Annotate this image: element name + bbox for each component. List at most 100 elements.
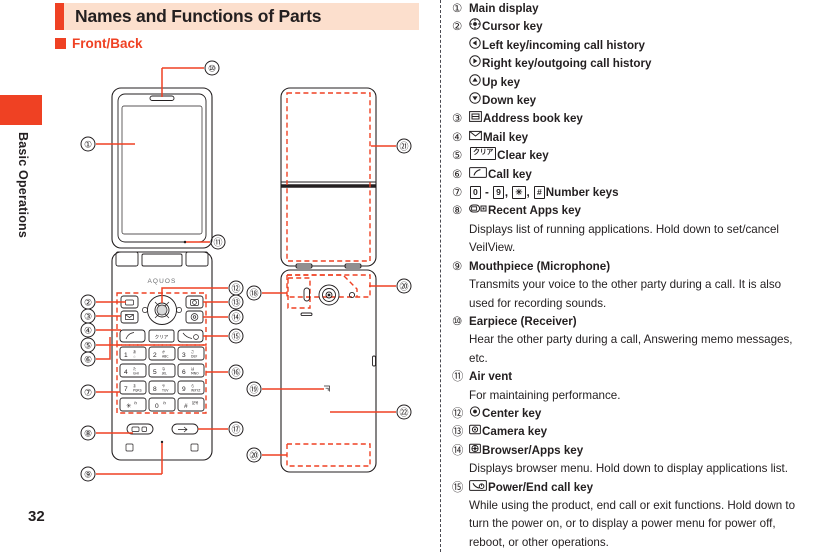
callout-5: ⑤ [80,337,96,353]
key-star-icon: ✳ [512,186,526,199]
svg-text:⑦: ⑦ [84,387,92,397]
callout-15: ⑮ [228,328,244,344]
svg-text:ま: ま [133,383,136,388]
svg-text:9: 9 [182,386,186,393]
legend-item-13: ⑬ Camera key [452,423,804,441]
down-key-icon [469,92,481,110]
svg-text:PQRS: PQRS [133,389,142,393]
item-number: ⑩ [452,315,463,328]
svg-text:㉒: ㉒ [399,407,408,417]
svg-text:2: 2 [153,352,157,359]
callout-6: ⑥ [80,351,96,367]
item-label: Air vent [469,370,513,384]
recent-apps-key-icon [469,202,487,220]
svg-text:や: や [162,383,165,388]
svg-text:8: 8 [153,386,157,393]
item-number: ⑨ [452,260,463,273]
svg-text:GHI: GHI [133,372,139,376]
svg-text:4: 4 [124,369,128,376]
item-description: Hear the other party during a call, Answ… [469,333,793,365]
svg-text:さ: さ [191,349,194,354]
item-description: Transmits your voice to the other party … [469,278,782,310]
svg-text:あ: あ [133,349,136,354]
item-label: Cursor key [482,20,543,34]
callout-2: ② [80,294,96,310]
center-key-icon [469,405,481,423]
svg-text:⑳: ⑳ [399,281,408,291]
svg-text:5: 5 [153,369,157,376]
item-label: Clear key [497,149,549,163]
item-label: Mail key [483,130,529,144]
legend-item-1: ① Main display [452,0,804,18]
svg-text:記号: 記号 [192,400,198,405]
svg-text:⑮: ⑮ [231,331,240,341]
svg-text:⑲: ⑲ [249,384,258,394]
item-number: ⑫ [452,407,464,420]
svg-text:⑪: ⑪ [213,237,222,247]
callout-16: ⑯ [228,364,244,380]
key-9-icon: 9 [493,186,504,199]
call-key-icon [469,166,487,184]
left-key-icon [469,37,481,55]
callout-13: ⑬ [228,294,244,310]
item-number: ⑭ [452,444,464,457]
key-hash-icon: # [533,186,545,199]
legend-item-10: ⑩ Earpiece (Receiver) Hear the other par… [452,313,804,368]
svg-text:MNO: MNO [191,372,199,376]
key-0-icon: 0 [470,186,481,199]
item-number: ⑬ [452,426,464,439]
callout-20-top: ⑳ [396,278,412,294]
svg-text:⑭: ⑭ [231,312,240,322]
callout-17: ⑰ [228,421,244,437]
svg-text:TUV: TUV [161,389,169,393]
legend-item-8: ⑧ Recent Apps key Displays list of runni… [452,202,804,257]
item-label: Main display [469,2,539,15]
item-label: Call key [488,167,532,181]
svg-text:⑤: ⑤ [84,340,92,350]
svg-text:ABC: ABC [162,355,169,359]
item-label: Browser/Apps key [482,443,584,457]
item-number: ⑤ [452,150,463,163]
svg-text:⑩: ⑩ [208,63,216,73]
callout-3: ③ [80,308,96,324]
svg-text:③: ③ [84,311,92,321]
item-label: Power/End call key [488,480,594,494]
svg-text:☆: ☆ [133,355,136,359]
item-description: Displays list of running applications. H… [469,222,779,255]
legend-item-11: ⑪ Air vent For maintaining performance. [452,368,804,405]
legend-item-4: ④ Mail key [452,129,804,147]
item-label: Up key [482,75,521,89]
item-label: Center key [482,406,542,420]
item-description: For maintaining performance. [469,388,621,402]
svg-text:ら: ら [191,383,194,388]
svg-text:クリア: クリア [155,334,169,340]
callout-18: ⑱ [246,285,262,301]
svg-text:AQUOS: AQUOS [148,278,177,285]
item-number: ③ [452,113,463,126]
svg-text:わ: わ [163,400,166,405]
svg-text:た: た [133,366,136,371]
legend-item-15: ⑮ Power/End call key While using the pro… [452,479,804,552]
callout-14: ⑭ [228,309,244,325]
cursor-key-icon [469,18,481,36]
svg-text:✳: ✳ [126,402,132,410]
callout-22: ㉒ [396,404,412,420]
item-number: ⑪ [452,371,464,384]
svg-text:JKL: JKL [161,372,167,376]
clear-key-icon: クリア [470,147,497,160]
item-label: Recent Apps key [488,204,581,218]
svg-text:㉑: ㉑ [399,141,408,151]
legend-item-5: ⑤ クリア Clear key [452,147,804,165]
callout-20-bottom: ⑳ [246,447,262,463]
item-label: Earpiece (Receiver) [469,314,577,328]
right-key-icon [469,55,481,73]
svg-text:①: ① [84,139,92,149]
callout-19: ⑲ [246,381,262,397]
item-number: ② [452,21,463,34]
callout-7: ⑦ [80,384,96,400]
svg-text:④: ④ [84,325,92,335]
svg-text:⑱: ⑱ [249,288,258,298]
item-label: Number keys [545,186,619,200]
item-number: ④ [452,131,463,144]
up-key-icon [469,73,481,92]
